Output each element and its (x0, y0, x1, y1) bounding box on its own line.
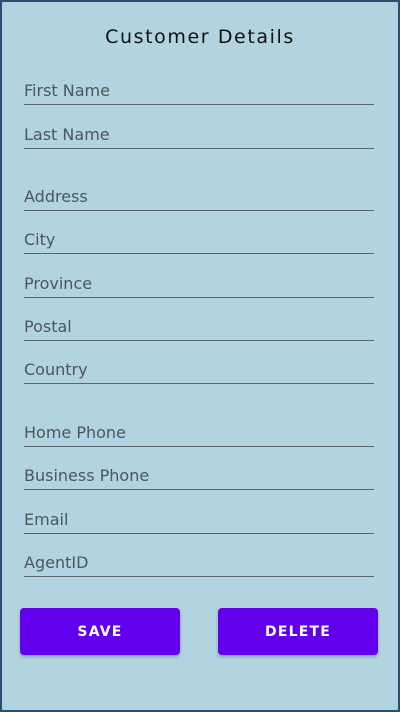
postal-placeholder: Postal (24, 317, 72, 336)
province-field[interactable]: Province (24, 270, 374, 298)
agent-id-field[interactable]: AgentID (24, 549, 374, 577)
postal-field[interactable]: Postal (24, 313, 374, 341)
email-field[interactable]: Email (24, 506, 374, 534)
customer-details-screen: Customer Details First Name Last Name Ad… (0, 0, 400, 712)
province-placeholder: Province (24, 274, 93, 293)
agent-id-placeholder: AgentID (24, 553, 89, 572)
address-placeholder: Address (24, 187, 88, 206)
home-phone-field[interactable]: Home Phone (24, 419, 374, 447)
last-name-field[interactable]: Last Name (24, 121, 374, 149)
page-title: Customer Details (105, 26, 295, 48)
address-field[interactable]: Address (24, 183, 374, 211)
email-placeholder: Email (24, 510, 69, 529)
business-phone-placeholder: Business Phone (24, 466, 150, 485)
country-placeholder: Country (24, 360, 88, 379)
business-phone-field[interactable]: Business Phone (24, 462, 374, 490)
first-name-field[interactable]: First Name (24, 77, 374, 105)
country-field[interactable]: Country (24, 356, 374, 384)
city-placeholder: City (24, 230, 56, 249)
city-field[interactable]: City (24, 226, 374, 254)
save-button[interactable]: SAVE (20, 608, 180, 655)
first-name-placeholder: First Name (24, 81, 110, 100)
delete-button[interactable]: DELETE (218, 608, 378, 655)
home-phone-placeholder: Home Phone (24, 423, 126, 442)
last-name-placeholder: Last Name (24, 125, 110, 144)
